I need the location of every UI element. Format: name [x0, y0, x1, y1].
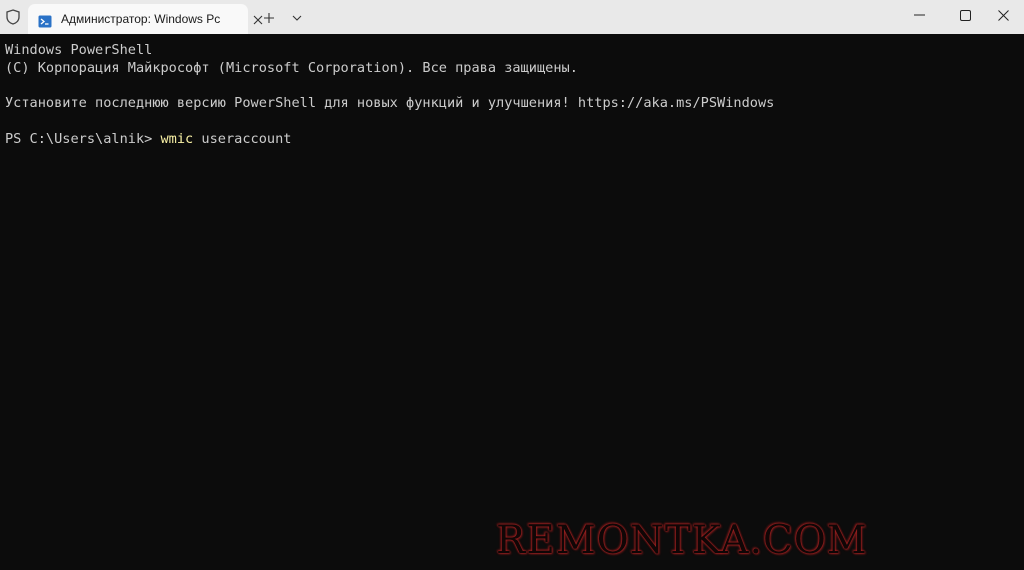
terminal-line-copyright: (C) Корпорация Майкрософт (Microsoft Cor… [5, 60, 578, 76]
new-tab-button[interactable] [260, 9, 278, 27]
shield-icon [4, 8, 22, 26]
title-bar[interactable]: Администратор: Windows Pc [0, 0, 1024, 34]
chevron-down-icon[interactable] [288, 9, 306, 27]
tab-powershell[interactable]: Администратор: Windows Pc [28, 4, 263, 34]
terminal-window: Администратор: Windows Pc Windows PowerS… [0, 0, 1024, 570]
prompt-text: PS C:\Users\alnik> [5, 131, 161, 147]
command-name: wmic [160, 131, 194, 147]
watermark-logo: REMONTKA.COM [496, 518, 868, 563]
terminal-line-update-notice: Установите последнюю версию PowerShell д… [5, 95, 775, 111]
close-button[interactable] [980, 0, 1024, 30]
terminal-line-header: Windows PowerShell [5, 42, 153, 58]
minimize-button[interactable] [896, 0, 942, 30]
terminal-output[interactable]: Windows PowerShell (C) Корпорация Майкро… [0, 34, 1024, 570]
terminal-prompt-line[interactable]: PS C:\Users\alnik> wmic useraccount [5, 130, 291, 148]
tab-title: Администратор: Windows Pc [61, 12, 221, 26]
command-args: useraccount [193, 131, 292, 147]
powershell-icon [38, 13, 52, 28]
